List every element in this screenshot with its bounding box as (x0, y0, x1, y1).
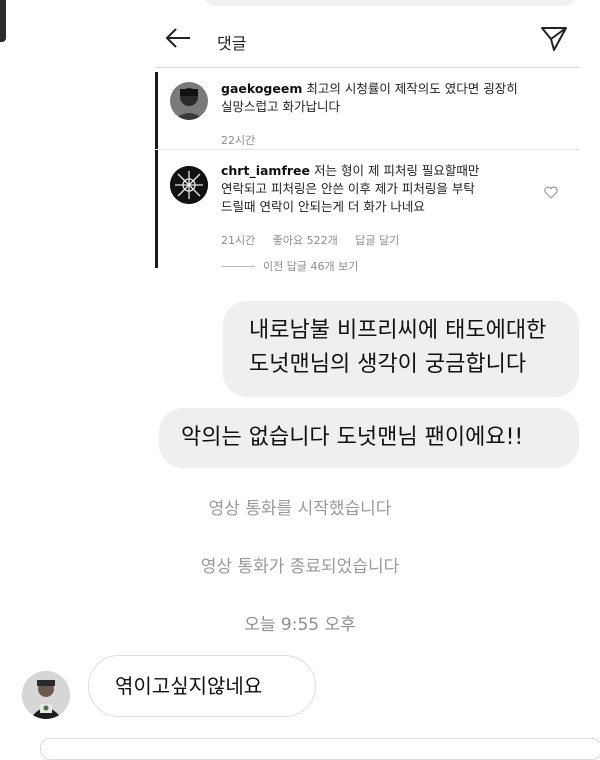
comment-time: 21시간 (221, 234, 256, 247)
comment-meta: 21시간 좋아요 522개 답글 달기 (221, 232, 413, 248)
previous-bubble (200, 0, 580, 6)
replies-dash (221, 265, 255, 267)
comment-body-line: 실망스럽고 화가납니다 (221, 99, 340, 114)
comment-username[interactable]: gaekogeem (221, 81, 302, 96)
comment-text: chrt_iamfree 저는 형이 제 피처링 필요할때만 연락되고 피처링은 … (221, 162, 551, 216)
comment-time: 22시간 (221, 134, 256, 147)
comment-item: gaekogeem 최고의 시청률이 제작의도 였다면 굉장히 실망스럽고 화가납… (155, 80, 580, 150)
comments-title: 댓글 (217, 34, 247, 53)
paper-plane-icon[interactable] (540, 26, 568, 52)
previous-message-edge (0, 0, 600, 8)
message-line: 도넛맨님의 생각이 궁금합니다 (249, 352, 527, 377)
avatar[interactable] (170, 166, 208, 204)
avatar[interactable] (170, 82, 208, 120)
video-call-ended: 영상 통화가 종료되었습니다 (200, 557, 400, 577)
avatar[interactable] (22, 671, 70, 719)
comment-body-line: 최고의 시청률이 제작의도 였다면 굉장히 (306, 81, 518, 96)
message-input-edge[interactable] (40, 738, 600, 760)
comments-header: 댓글 (155, 10, 580, 68)
shared-comments-screenshot[interactable]: 댓글 gaekogeem 최고의 시청률이 제작의도 였다면 굉장히 실망스럽고 … (155, 10, 580, 286)
comment-text: gaekogeem 최고의 시청률이 제작의도 였다면 굉장히 실망스럽고 화가납… (221, 80, 551, 116)
comment-body-line: 저는 형이 제 피처링 필요할때만 (314, 163, 480, 178)
message-line: 내로남불 비프리씨에 태도에대한 (249, 318, 547, 343)
outgoing-message[interactable]: 악의는 없습니다 도넛맨님 팬이에요!! (159, 408, 579, 468)
comment-meta: 22시간 (221, 132, 269, 148)
outgoing-message[interactable]: 내로남불 비프리씨에 태도에대한 도넛맨님의 생각이 궁금합니다 (223, 301, 579, 397)
view-previous-replies[interactable]: 이전 답글 46개 보기 (221, 258, 358, 274)
comment-username[interactable]: chrt_iamfree (221, 163, 310, 178)
comment-likes[interactable]: 좋아요 522개 (273, 234, 338, 247)
video-call-started: 영상 통화를 시작했습니다 (208, 499, 392, 519)
comment-divider (155, 149, 580, 150)
arrow-left-icon[interactable] (163, 26, 193, 50)
comment-body-line: 드릴때 연락이 안되는게 더 화가 나네요 (221, 199, 425, 214)
heart-icon[interactable] (544, 186, 558, 199)
scroll-indicator (0, 0, 6, 42)
comment-body-line: 연락되고 피처링은 안쓴 이후 제가 피처링을 부탁 (221, 181, 475, 196)
reply-button[interactable]: 답글 달기 (355, 234, 399, 247)
timestamp: 오늘 9:55 오후 (244, 615, 356, 635)
comment-item: chrt_iamfree 저는 형이 제 피처링 필요할때만 연락되고 피처링은 … (155, 162, 580, 252)
message-line: 악의는 없습니다 도넛맨님 팬이에요!! (181, 425, 524, 450)
view-replies-label: 이전 답글 46개 보기 (263, 260, 359, 273)
incoming-message[interactable]: 엮이고싶지않네요 (88, 655, 316, 717)
